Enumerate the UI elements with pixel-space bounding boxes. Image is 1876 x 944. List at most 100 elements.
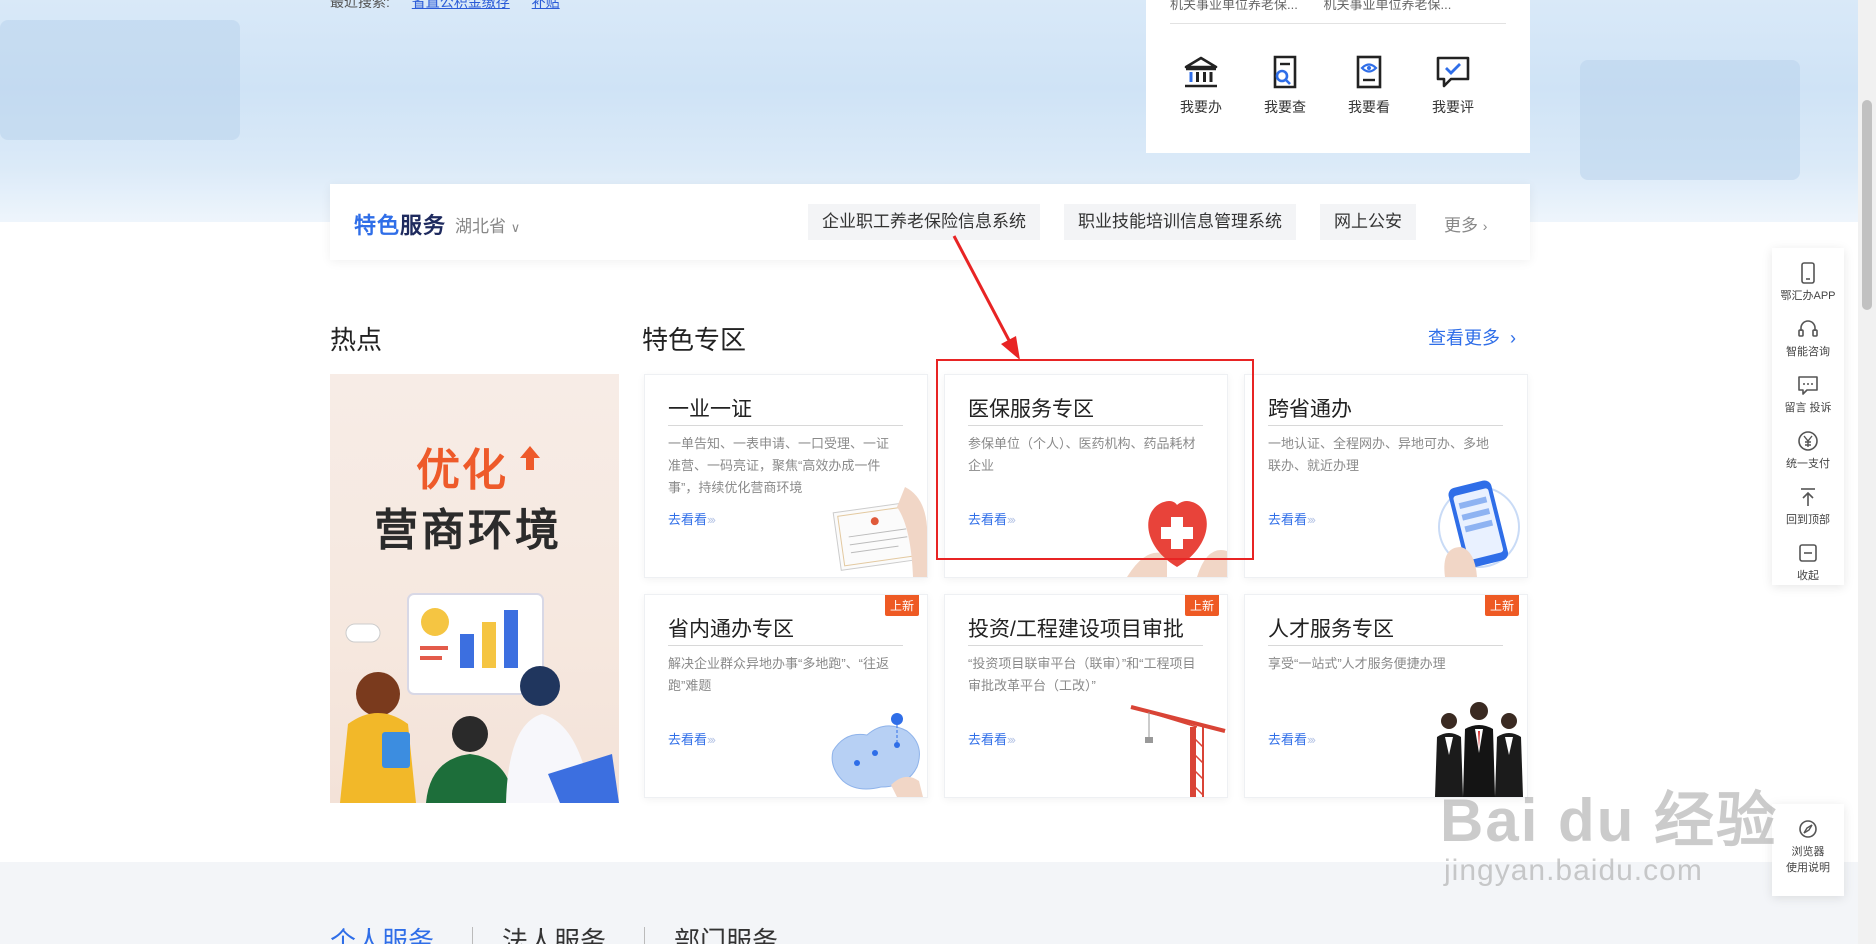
annotation-highlight-box bbox=[936, 359, 1254, 560]
baidu-watermark: Bai du 经验 jingyan.baidu.com bbox=[1440, 772, 1779, 887]
headset-icon bbox=[1798, 320, 1818, 337]
up-arrow-icon bbox=[520, 446, 540, 470]
quick-item-rate[interactable]: 我要评 bbox=[1418, 55, 1488, 117]
bank-icon bbox=[1184, 56, 1218, 88]
mobile-phone-illustration bbox=[1438, 480, 1520, 577]
card-divider bbox=[968, 645, 1203, 646]
recent-search-label: 最近搜索: bbox=[330, 0, 390, 10]
zone-card-cross-province[interactable]: 跨省通办 一地认证、全程网办、异地可办、多地联办、就近办理 去看看››› bbox=[1244, 374, 1528, 578]
quick-item-query[interactable]: 我要查 bbox=[1250, 55, 1320, 117]
card-go-link[interactable]: 去看看››› bbox=[668, 729, 716, 748]
float-consult[interactable]: 智能咨询 bbox=[1772, 318, 1844, 359]
notice-item[interactable]: 机关事业单位养老保... bbox=[1323, 0, 1451, 12]
tab-department[interactable]: 部门服务 bbox=[674, 921, 778, 944]
float-label: 鄂汇办APP bbox=[1780, 290, 1836, 302]
feature-more-link[interactable]: 更多 › bbox=[1444, 211, 1487, 236]
feature-chip[interactable]: 企业职工养老保险信息系统 bbox=[808, 204, 1040, 240]
float-message[interactable]: 留言 投诉 bbox=[1772, 374, 1844, 415]
float-app[interactable]: 鄂汇办APP bbox=[1772, 262, 1844, 303]
float-back-to-top[interactable]: 回到顶部 bbox=[1772, 486, 1844, 527]
card-go-link[interactable]: 去看看››› bbox=[968, 729, 1016, 748]
float-payment[interactable]: 统一支付 bbox=[1772, 430, 1844, 471]
watermark-url: jingyan.baidu.com bbox=[1444, 854, 1703, 887]
notice-item[interactable]: 机关事业单位养老保... bbox=[1170, 0, 1298, 12]
eye-doc-icon bbox=[1356, 55, 1382, 89]
quick-item-label: 我要看 bbox=[1348, 99, 1390, 115]
quick-item-view[interactable]: 我要看 bbox=[1334, 55, 1404, 117]
chevron-right-icon: › bbox=[1505, 328, 1517, 348]
card-description: 解决企业群众异地办事“多地跑”、“往返跑”难题 bbox=[668, 656, 889, 693]
new-badge: 上新 bbox=[1184, 595, 1219, 616]
mobile-icon bbox=[1801, 262, 1815, 284]
feature-more-label: 更多 bbox=[1444, 216, 1478, 235]
card-title: 跨省通办 bbox=[1268, 398, 1352, 421]
zone-card-investment-construction[interactable]: 上新 投资/工程建设项目审批 “投资项目联审平台（联审）”和“工程项目审批改革平… bbox=[944, 594, 1228, 798]
page-scrollbar[interactable] bbox=[1858, 0, 1876, 944]
tab-divider bbox=[472, 927, 473, 944]
search-doc-icon bbox=[1273, 55, 1297, 89]
card-description: “投资项目联审平台（联审）”和“工程项目审批改革平台（工改）” bbox=[968, 656, 1196, 693]
comment-check-icon bbox=[1436, 56, 1470, 88]
card-description: 享受“一站式”人才服务便捷办理 bbox=[1268, 656, 1446, 671]
quick-item-label: 我要办 bbox=[1180, 99, 1222, 115]
tower-crane-illustration bbox=[1130, 705, 1226, 797]
hero-decor-building-right bbox=[1580, 60, 1800, 180]
card-go-link[interactable]: 去看看››› bbox=[668, 509, 716, 528]
zone-card-talent-service[interactable]: 上新 人才服务专区 享受“一站式”人才服务便捷办理 去看看››› bbox=[1244, 594, 1528, 798]
region-selector[interactable]: 湖北省 ∨ bbox=[455, 212, 520, 237]
banner-line-2: 营商环境 bbox=[374, 506, 562, 555]
quick-item-label: 我要查 bbox=[1264, 99, 1306, 115]
arrow-up-icon bbox=[1801, 488, 1815, 506]
card-title: 省内通办专区 bbox=[668, 618, 794, 641]
tab-divider bbox=[644, 927, 645, 944]
float-label: 统一支付 bbox=[1786, 458, 1830, 470]
card-title: 投资/工程建设项目审批 bbox=[968, 618, 1184, 641]
hero-decor-building bbox=[0, 20, 240, 140]
quick-item-do[interactable]: 我要办 bbox=[1166, 55, 1236, 117]
chevron-down-icon: ∨ bbox=[510, 220, 521, 235]
feature-service-title: 特色服务 bbox=[354, 213, 447, 238]
recent-search-link-1[interactable]: 省直公积金缴存 bbox=[412, 0, 510, 10]
feature-chip[interactable]: 职业技能培训信息管理系统 bbox=[1064, 204, 1296, 240]
message-icon bbox=[1798, 376, 1818, 395]
float-label: 留言 投诉 bbox=[1784, 402, 1832, 414]
new-badge: 上新 bbox=[884, 595, 919, 616]
quick-service-card: 机关事业单位养老保... 机关事业单位养老保... 我要办 我要查 我要看 我要… bbox=[1146, 0, 1530, 153]
hot-title: 热点 bbox=[330, 325, 383, 355]
yuan-icon bbox=[1798, 431, 1818, 451]
recent-search-link-2[interactable]: 补贴 bbox=[532, 0, 560, 10]
minus-square-icon bbox=[1799, 544, 1817, 562]
card-title: 人才服务专区 bbox=[1268, 618, 1394, 641]
browser-guide-button[interactable]: 浏览器 使用说明 bbox=[1772, 804, 1844, 896]
see-more-label: 查看更多 bbox=[1428, 328, 1500, 348]
tab-personal[interactable]: 个人服务 bbox=[330, 921, 434, 944]
business-people-illustration bbox=[340, 593, 619, 803]
float-label: 回到顶部 bbox=[1786, 514, 1830, 526]
zone-card-in-province[interactable]: 上新 省内通办专区 解决企业群众异地办事“多地跑”、“往返跑”难题 去看看››› bbox=[644, 594, 928, 798]
browser-guide-label-2: 使用说明 bbox=[1786, 862, 1830, 874]
card-go-link[interactable]: 去看看››› bbox=[1268, 509, 1316, 528]
zone-card-one-industry-one-license[interactable]: 一业一证 一单告知、一表申请、一口受理、一证准营、一码亮证，聚焦“高效办成一件事… bbox=[644, 374, 928, 578]
hot-banner[interactable]: 优化 营商环境 bbox=[330, 374, 619, 803]
browser-guide-label-1: 浏览器 bbox=[1791, 846, 1825, 858]
feature-chip[interactable]: 网上公安 bbox=[1320, 204, 1416, 240]
card-divider bbox=[1268, 645, 1503, 646]
tab-legal-person[interactable]: 法人服务 bbox=[502, 921, 606, 944]
float-collapse[interactable]: 收起 bbox=[1772, 542, 1844, 583]
banner-line-1: 优化 bbox=[416, 446, 508, 495]
see-more-link[interactable]: 查看更多 › bbox=[1428, 324, 1516, 350]
card-divider bbox=[668, 425, 903, 426]
card-go-link[interactable]: 去看看››› bbox=[1268, 729, 1316, 748]
float-label: 智能咨询 bbox=[1786, 346, 1830, 358]
card-description: 一地认证、全程网办、异地可办、多地联办、就近办理 bbox=[1268, 436, 1490, 473]
scrollbar-thumb[interactable] bbox=[1862, 100, 1872, 310]
compass-icon bbox=[1799, 820, 1817, 838]
watermark-brand: Bai du 经验 bbox=[1440, 787, 1779, 854]
notice-row: 机关事业单位养老保... 机关事业单位养老保... bbox=[1170, 0, 1506, 24]
quick-item-label: 我要评 bbox=[1432, 99, 1474, 115]
license-certificate-illustration bbox=[832, 487, 927, 577]
float-toolbar: 鄂汇办APP 智能咨询 留言 投诉 统一支付 回到顶部 收起 bbox=[1772, 248, 1844, 585]
card-title: 一业一证 bbox=[668, 398, 752, 421]
zone-title: 特色专区 bbox=[642, 325, 747, 355]
province-map-illustration bbox=[831, 713, 923, 797]
